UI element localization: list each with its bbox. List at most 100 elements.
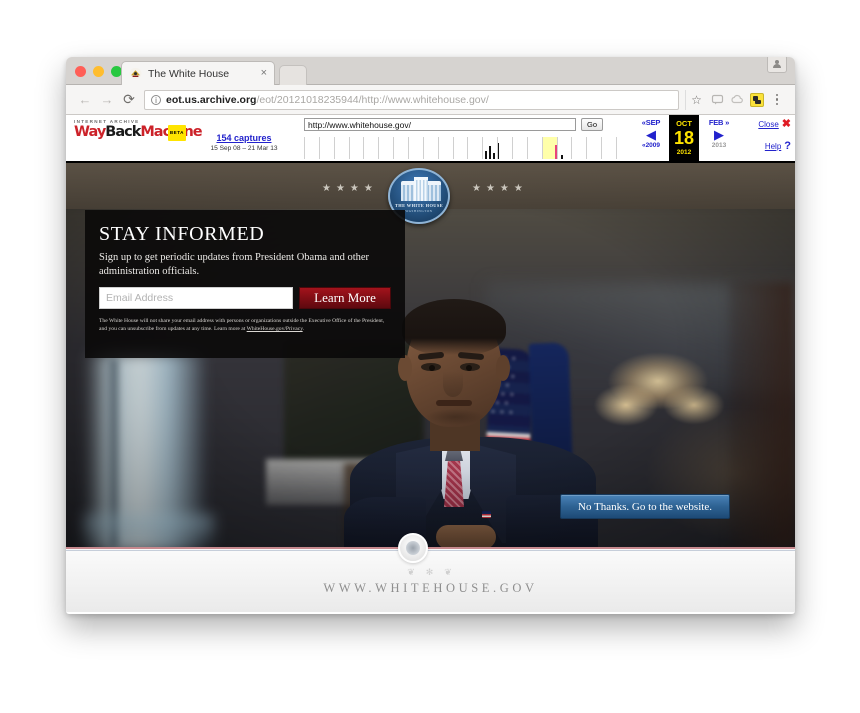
hero-photo-president-obama: ★★★★ ★★★★ THE WHITE HOUSE WASHINGTON STA…: [66, 163, 795, 547]
pupil-right: [466, 365, 472, 371]
timeline-cell[interactable]: [541, 137, 563, 159]
close-toolbar-link[interactable]: Close: [758, 120, 778, 129]
address-bar[interactable]: i eot.us.archive.org/eot/20121018235944/…: [144, 89, 679, 110]
footer-seal-inner-graphic: [406, 541, 420, 555]
help-icon[interactable]: ?: [784, 141, 791, 152]
browser-toolbar: ← → ⟳ i eot.us.archive.org/eot/201210182…: [66, 57, 795, 115]
tab-title: The White House: [148, 67, 230, 80]
wayback-links: Close ✖ Help ?: [739, 115, 795, 161]
tab-strip: The White House ×: [66, 57, 795, 85]
wayback-center-column: Go: [304, 115, 631, 161]
page-viewport: ★★★★ ★★★★ THE WHITE HOUSE WASHINGTON STA…: [66, 163, 795, 612]
overflow-menu-icon[interactable]: [767, 90, 787, 110]
timeline-capture-bar[interactable]: [489, 146, 492, 159]
captures-timeline[interactable]: [304, 135, 631, 159]
timeline-cell[interactable]: [408, 137, 423, 159]
current-capture-date: OCT 18 2012: [669, 115, 699, 161]
email-address-input[interactable]: [99, 287, 293, 309]
no-thanks-button[interactable]: No Thanks. Go to the website.: [560, 494, 730, 519]
timeline-cell[interactable]: [363, 137, 378, 159]
pupil-left: [429, 365, 435, 371]
overlay-subtitle: Sign up to get periodic updates from Pre…: [99, 252, 370, 277]
prev-arrow-icon[interactable]: ◀: [633, 127, 669, 142]
chin-shadow: [426, 409, 484, 425]
timeline-cell[interactable]: [304, 137, 319, 159]
mouth: [436, 400, 472, 406]
timeline-cell[interactable]: [467, 137, 482, 159]
previous-capture-nav[interactable]: «SEP ◀ «2009: [633, 118, 669, 150]
next-year-label: 2013: [711, 142, 727, 149]
forward-button[interactable]: →: [96, 89, 118, 111]
next-month-label: FEB »: [708, 118, 730, 127]
tab-the-white-house[interactable]: The White House ×: [121, 61, 275, 85]
timeline-cell[interactable]: [452, 137, 468, 159]
nose: [443, 371, 463, 397]
timeline-cell[interactable]: [482, 137, 500, 159]
close-toolbar-row[interactable]: Close ✖: [758, 119, 791, 130]
wayback-machine-wordmark: WayBackMachine BETA: [74, 124, 203, 141]
timeline-capture-bar[interactable]: [493, 153, 496, 159]
comment-icon[interactable]: [707, 90, 727, 110]
seal-portico-columns: [414, 177, 428, 201]
footer-seal-icon[interactable]: [398, 533, 428, 563]
timeline-capture-bar[interactable]: [485, 151, 488, 159]
white-house-seal-favicon-icon: [129, 67, 142, 80]
wordmark-back: Back: [105, 124, 141, 140]
tab-close-icon[interactable]: ×: [258, 68, 270, 79]
prev-year-label: «2009: [641, 142, 661, 149]
timeline-cell[interactable]: [497, 137, 512, 159]
timeline-cell[interactable]: [393, 137, 408, 159]
beta-badge: BETA: [167, 125, 186, 141]
prev-month-label: «SEP: [641, 118, 661, 127]
timeline-cell[interactable]: [586, 137, 601, 159]
timeline-cell[interactable]: [333, 137, 349, 159]
timeline-cell[interactable]: [601, 137, 616, 159]
legal-body: The White House will not share your emai…: [99, 318, 385, 332]
captures-count-link[interactable]: 154 captures: [184, 132, 304, 144]
privacy-policy-link[interactable]: WhiteHouse.gov/Privacy: [247, 326, 303, 332]
wayback-url-row: Go: [304, 118, 603, 131]
url-text: eot.us.archive.org/eot/20121018235944/ht…: [166, 94, 489, 106]
overlay-legal-text: The White House will not share your emai…: [99, 317, 391, 333]
reload-button[interactable]: ⟳: [118, 89, 140, 111]
next-arrow-icon[interactable]: ▶: [701, 127, 737, 142]
profile-avatar-icon[interactable]: [767, 57, 787, 73]
footer-rule-blue: [66, 550, 795, 551]
minimize-window-button[interactable]: [93, 66, 104, 77]
help-row[interactable]: Help ?: [765, 141, 791, 152]
background-floor-reflection: [84, 515, 214, 547]
help-link[interactable]: Help: [765, 142, 781, 151]
url-host: eot.us.archive.org: [166, 93, 257, 106]
timeline-cell[interactable]: [318, 137, 334, 159]
ear-left: [398, 355, 412, 381]
timeline-cell[interactable]: [512, 137, 527, 159]
close-icon[interactable]: ✖: [782, 119, 791, 130]
wordmark-way: Way: [74, 124, 106, 140]
site-info-icon[interactable]: i: [151, 94, 161, 105]
wayback-go-button[interactable]: Go: [581, 118, 603, 131]
timeline-cell[interactable]: [348, 137, 364, 159]
current-month-label: OCT: [676, 119, 692, 128]
bookmark-star-icon[interactable]: ☆: [685, 89, 707, 110]
stars-right-decoration: ★★★★: [472, 183, 528, 194]
close-window-button[interactable]: [75, 66, 86, 77]
learn-more-button[interactable]: Learn More: [299, 287, 391, 309]
timeline-cell[interactable]: [378, 137, 393, 159]
next-capture-nav[interactable]: FEB » ▶ 2013: [701, 118, 737, 150]
internet-archive-logo[interactable]: INTERNET ARCHIVE WayBackMachine BETA: [66, 115, 203, 161]
timeline-cell[interactable]: [556, 137, 572, 159]
timeline-cell[interactable]: [616, 137, 631, 159]
timeline-cell[interactable]: [437, 137, 453, 159]
wayback-url-input[interactable]: [304, 118, 576, 131]
cloud-save-icon[interactable]: [727, 90, 747, 110]
timeline-cell[interactable]: [422, 137, 438, 159]
timeline-cell[interactable]: [571, 137, 586, 159]
captures-date-range: 15 Sep 08 – 21 Mar 13: [210, 145, 278, 152]
timeline-cell[interactable]: [526, 137, 542, 159]
background-dark-column: [729, 281, 795, 547]
extension-icon[interactable]: [747, 90, 767, 110]
new-tab-button[interactable]: [279, 65, 307, 85]
current-year-label: 2012: [669, 148, 699, 157]
hair: [402, 299, 506, 355]
back-button[interactable]: ←: [74, 89, 96, 111]
